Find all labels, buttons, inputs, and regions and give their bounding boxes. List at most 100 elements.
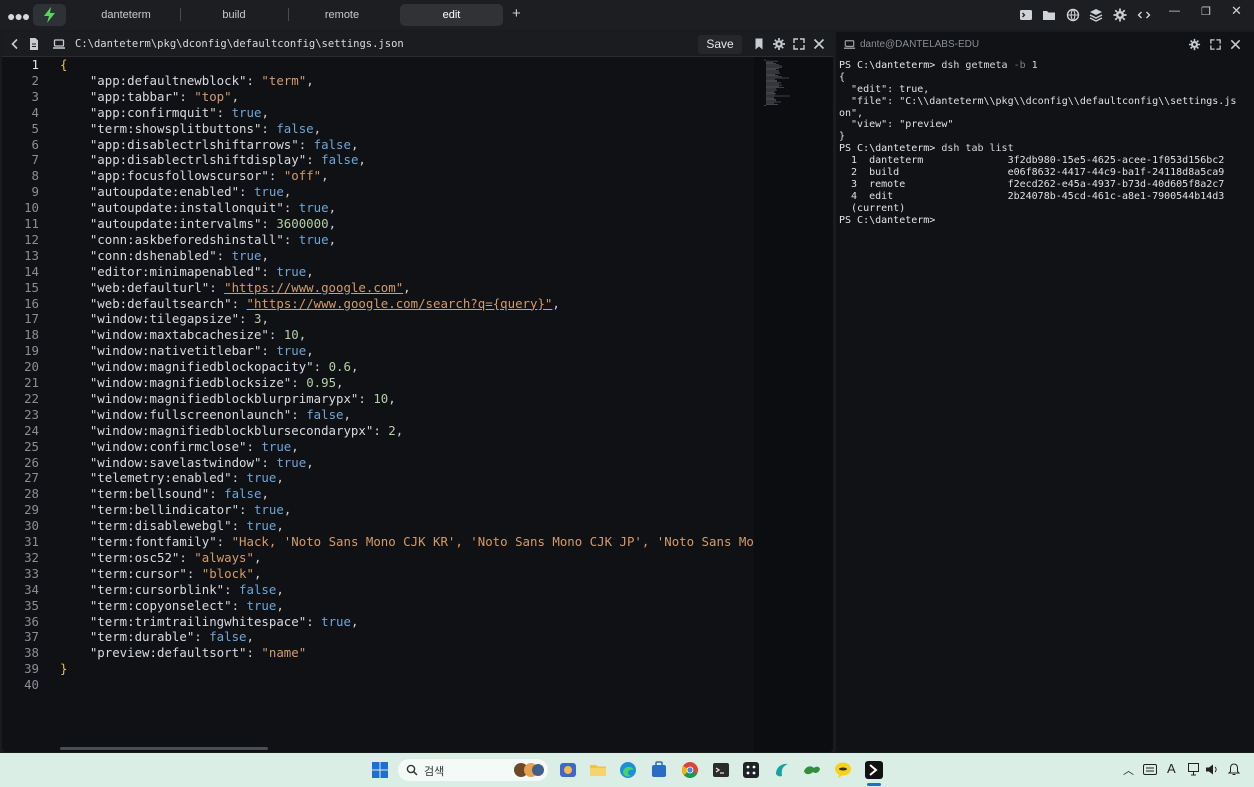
code-line: "app:disablectrlshiftdisplay": false, bbox=[89, 152, 366, 168]
edge-browser-icon[interactable] bbox=[618, 760, 638, 780]
keyboard-icon[interactable] bbox=[1143, 764, 1157, 775]
code-line: "conn:askbeforedshinstall": true, bbox=[89, 231, 337, 247]
widgets-app-icon[interactable] bbox=[558, 760, 578, 780]
json-value: 10 bbox=[373, 390, 389, 406]
globe-widget-icon[interactable] bbox=[1066, 8, 1080, 22]
file-explorer-icon[interactable] bbox=[588, 760, 608, 780]
code-area[interactable]: 1 {2 "app:defaultnewblock": "term", 3 "app… bbox=[2, 57, 833, 717]
json-value: true bbox=[253, 184, 284, 200]
ime-mode-icon[interactable]: A bbox=[1167, 761, 1176, 776]
chat-app-icon[interactable] bbox=[833, 760, 853, 780]
bookmark-icon[interactable] bbox=[752, 37, 766, 51]
code-punctuation: , bbox=[291, 438, 299, 454]
minimize-window-button[interactable]: — bbox=[1169, 5, 1180, 17]
code-punctuation: , bbox=[350, 613, 359, 629]
magnify-icon[interactable] bbox=[1209, 38, 1222, 51]
taskbar-search[interactable]: 검색 bbox=[398, 759, 548, 781]
code-line: "term:bellsound": false, bbox=[89, 486, 269, 502]
grid-app-icon[interactable] bbox=[741, 760, 761, 780]
app-menu-icon[interactable]: ●●● bbox=[7, 8, 30, 24]
json-value: true bbox=[261, 438, 292, 454]
json-value: true bbox=[231, 247, 262, 263]
json-value[interactable]: "https://www.google.com" bbox=[224, 280, 403, 295]
dante-logo-button[interactable] bbox=[33, 4, 66, 26]
json-value: 10 bbox=[283, 327, 299, 343]
json-value: true bbox=[298, 231, 329, 247]
wave-app-icon[interactable] bbox=[772, 760, 792, 780]
code-punctuation: , bbox=[298, 327, 307, 343]
layers-widget-icon[interactable] bbox=[1089, 8, 1103, 22]
line-number: 29 bbox=[24, 502, 39, 518]
terminal-app-icon[interactable] bbox=[711, 760, 731, 780]
code-punctuation: , bbox=[328, 216, 337, 231]
close-icon[interactable] bbox=[812, 37, 826, 51]
tab-edit[interactable]: edit bbox=[400, 4, 503, 26]
gear-icon[interactable] bbox=[1188, 38, 1201, 51]
code-line: "conn:dshenabled": true, bbox=[89, 247, 269, 263]
code-line: "app:tabbar": "top", bbox=[89, 88, 240, 104]
terminal-line: 3 remote f2ecd262-e45a-4937-b73d-40d605f… bbox=[839, 178, 1225, 190]
json-key: "term:fontfamily" bbox=[89, 534, 217, 549]
windows-start-icon[interactable] bbox=[370, 760, 390, 780]
line-number: 33 bbox=[24, 565, 39, 581]
code-punctuation: , bbox=[283, 502, 292, 518]
code-line: "term:disablewebgl": true, bbox=[89, 518, 284, 534]
green-app-icon[interactable] bbox=[802, 760, 822, 780]
terminal-widget-icon[interactable] bbox=[1019, 8, 1033, 22]
connection-label[interactable]: dante@DANTELABS-EDU bbox=[860, 39, 979, 50]
terminal-line: 1 danteterm 3f2db980-15e5-4625-acee-1f05… bbox=[839, 155, 1225, 167]
json-value[interactable]: "https://www.google.com/search?q={query}… bbox=[247, 296, 553, 311]
code-punctuation: , bbox=[336, 375, 344, 390]
code-line: "window:maxtabcachesize": 10, bbox=[89, 327, 307, 343]
settings-widget-icon[interactable] bbox=[1113, 8, 1127, 22]
code-punctuation: , bbox=[261, 486, 269, 502]
json-key: "term:cursor" bbox=[89, 565, 187, 581]
notification-bell-icon[interactable] bbox=[1228, 763, 1240, 776]
tab-build[interactable]: build bbox=[184, 4, 284, 26]
code-line: "term:bellindicator": true, bbox=[89, 502, 292, 518]
terminal-prompt: PS C:\danteterm> bbox=[839, 60, 936, 71]
json-key: "editor:minimapenabled" bbox=[89, 263, 262, 279]
horizontal-scrollbar[interactable] bbox=[60, 747, 268, 750]
minimap[interactable] bbox=[754, 57, 833, 752]
tab-separator bbox=[180, 8, 181, 21]
terminal-output[interactable]: PS C:\danteterm> dsh getmeta -b 1{ "edit… bbox=[839, 60, 1236, 226]
json-key: "app:focusfollowscursor" bbox=[89, 168, 269, 184]
tray-chevron-icon[interactable]: ︿ bbox=[1123, 762, 1134, 778]
code-punctuation: , bbox=[358, 152, 366, 168]
line-number: 4 bbox=[31, 104, 39, 120]
folder-widget-icon[interactable] bbox=[1042, 8, 1056, 22]
tab-danteterm[interactable]: danteterm bbox=[76, 4, 176, 26]
json-key: "window:tilegapsize" bbox=[89, 311, 240, 327]
store-app-icon[interactable] bbox=[649, 760, 669, 780]
maximize-window-button[interactable]: ❐ bbox=[1201, 5, 1211, 18]
line-number: 24 bbox=[24, 422, 39, 438]
json-key: "preview:defaultsort" bbox=[89, 645, 247, 661]
file-path[interactable]: C:\danteterm\pkg\dconfig\defaultconfig\s… bbox=[75, 38, 404, 50]
add-tab-button[interactable]: + bbox=[512, 5, 521, 22]
gear-icon[interactable] bbox=[772, 37, 786, 51]
line-number: 35 bbox=[24, 597, 39, 613]
close-window-button[interactable]: ✕ bbox=[1231, 3, 1242, 19]
code-widget-icon[interactable] bbox=[1137, 8, 1151, 22]
json-key: "window:magnifiedblockblursecondarypx" bbox=[89, 422, 374, 438]
terminal-line: "view": "preview" bbox=[839, 119, 954, 131]
line-number: 34 bbox=[24, 581, 39, 597]
volume-icon[interactable] bbox=[1205, 763, 1219, 776]
back-arrow-icon[interactable] bbox=[8, 37, 22, 51]
tab-remote[interactable]: remote bbox=[292, 4, 392, 26]
close-icon[interactable] bbox=[1229, 38, 1242, 51]
json-value: true bbox=[253, 502, 284, 518]
code-line: "preview:defaultsort": "name" bbox=[89, 645, 307, 661]
network-icon[interactable] bbox=[1188, 763, 1202, 776]
magnify-icon[interactable] bbox=[792, 37, 806, 51]
json-value: true bbox=[298, 200, 329, 216]
code-line: "term:showsplitbuttons": false, bbox=[89, 120, 322, 136]
code-punctuation: , bbox=[253, 565, 262, 581]
terminal-block[interactable]: dante@DANTELABS-EDU PS C:\danteterm> dsh… bbox=[836, 32, 1254, 752]
terminal-line: on", bbox=[839, 107, 864, 119]
code-line: "window:savelastwindow": true, bbox=[89, 454, 314, 470]
chrome-browser-icon[interactable] bbox=[680, 760, 700, 780]
danteterm-app-icon[interactable] bbox=[864, 760, 884, 780]
save-button[interactable]: Save bbox=[698, 35, 742, 54]
